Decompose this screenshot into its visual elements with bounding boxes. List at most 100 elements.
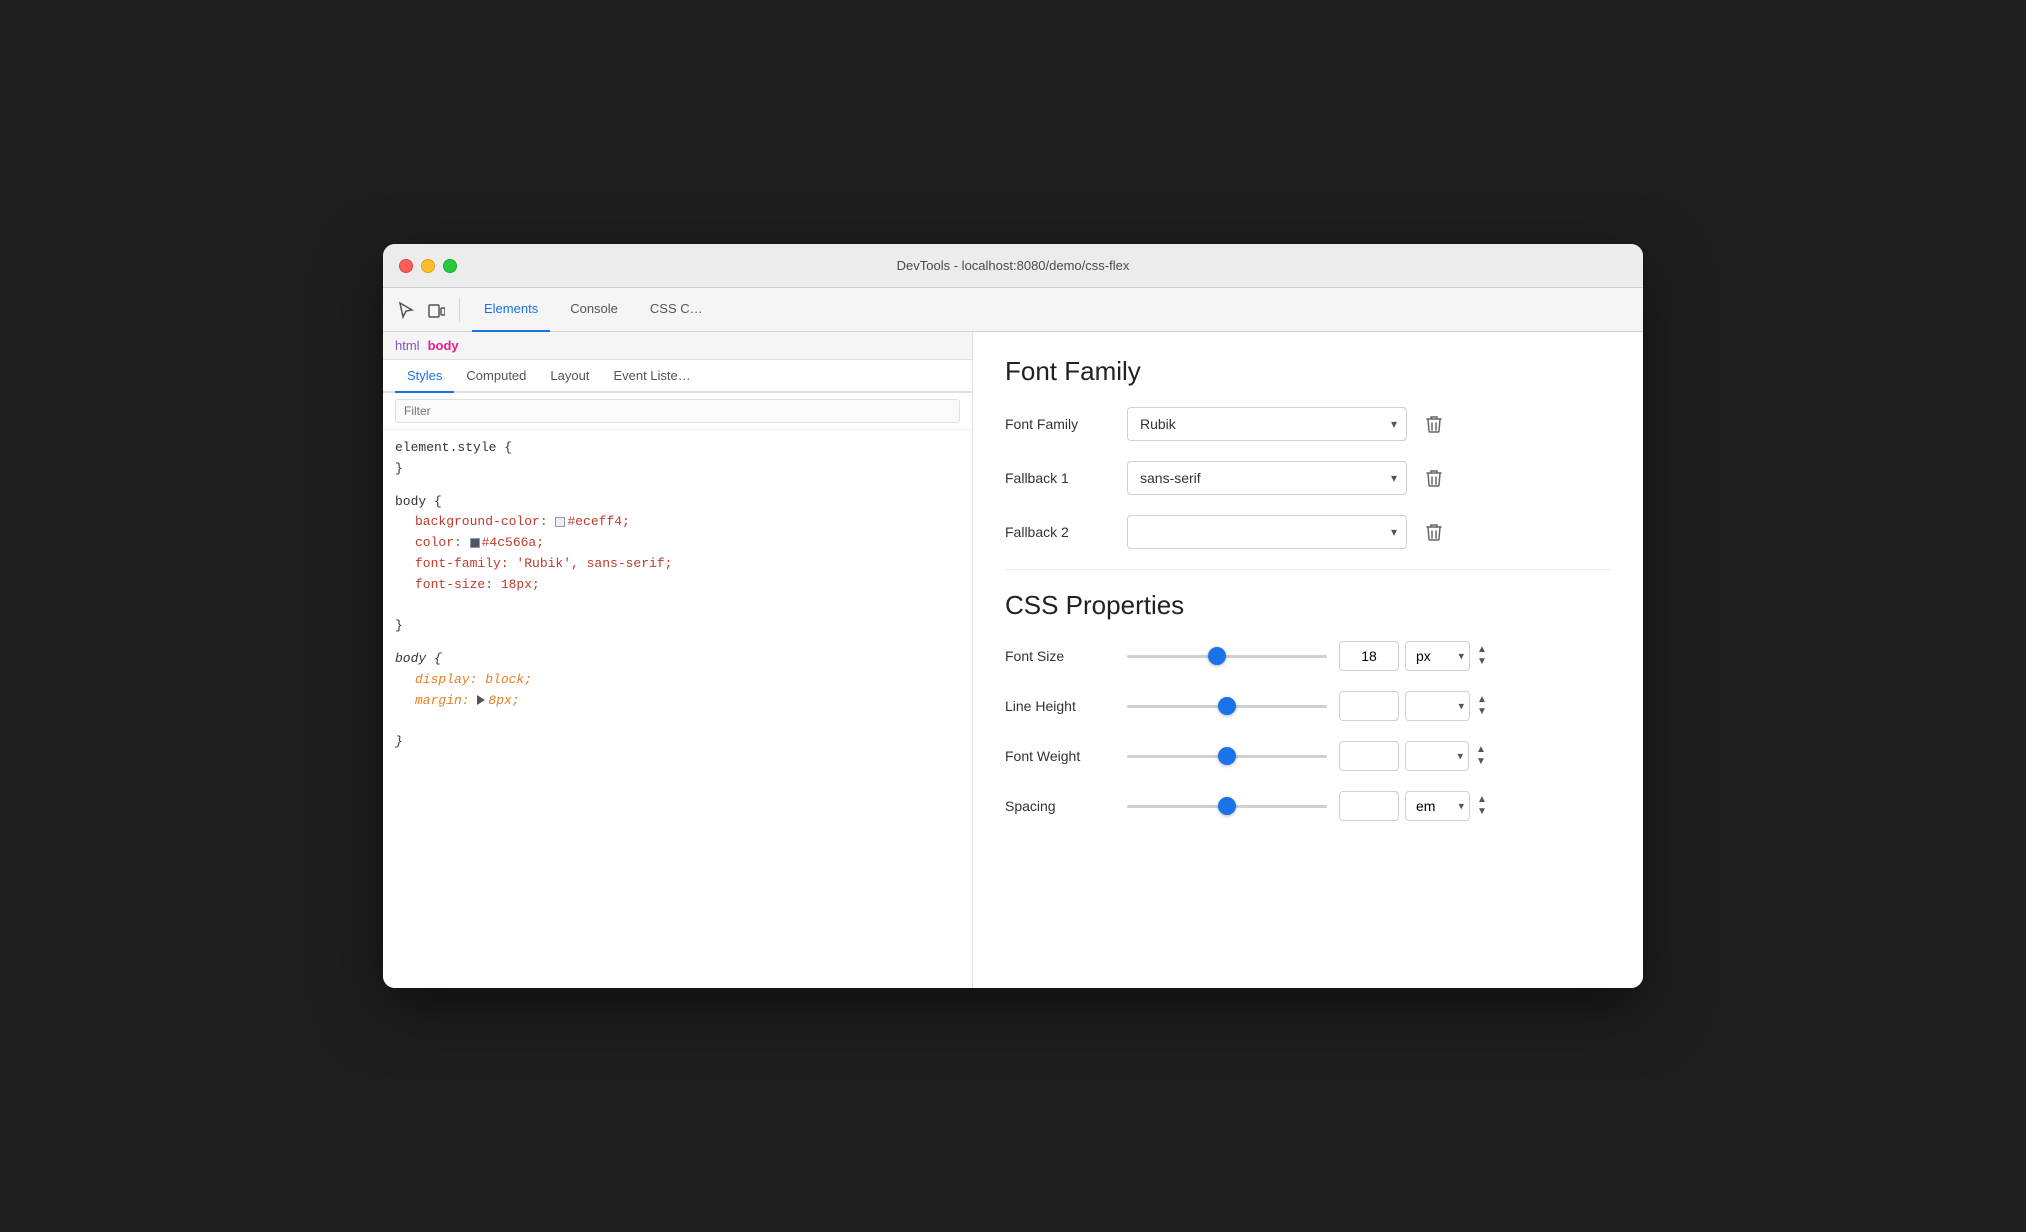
font-family-title: Font Family xyxy=(1005,356,1611,387)
traffic-lights xyxy=(399,259,457,273)
spacing-input[interactable] xyxy=(1339,791,1399,821)
color-swatch-eceff4 xyxy=(555,517,565,527)
cursor-icon[interactable] xyxy=(395,299,417,321)
css-prop-font-family[interactable]: font-family: 'Rubik', sans-serif; xyxy=(395,554,960,575)
css-prop-font-size[interactable]: font-size: 18px; xyxy=(395,575,960,596)
font-weight-decrement-button[interactable]: ▼ xyxy=(1475,756,1487,768)
css-prop-display[interactable]: display: block; xyxy=(395,670,960,691)
fallback-2-row: Fallback 2 sans-serif serif monospace ▾ xyxy=(1005,515,1611,549)
close-button[interactable] xyxy=(399,259,413,273)
breadcrumb-html[interactable]: html xyxy=(395,338,420,353)
font-weight-unit-wrapper: 100 400 700 ▾ xyxy=(1405,741,1469,771)
css-prop-color[interactable]: color: #4c566a; xyxy=(395,533,960,554)
font-family-select[interactable]: Rubik Arial Helvetica Georgia sans-serif xyxy=(1127,407,1407,441)
font-size-row: Font Size px em xyxy=(1005,641,1611,671)
fallback-1-select[interactable]: sans-serif serif monospace cursive xyxy=(1127,461,1407,495)
line-height-decrement-button[interactable]: ▼ xyxy=(1476,706,1488,718)
window-title: DevTools - localhost:8080/demo/css-flex xyxy=(897,258,1130,273)
right-panel: Font Family Font Family Rubik Arial Helv… xyxy=(973,332,1643,988)
filter-input[interactable] xyxy=(395,399,960,423)
triangle-expand-icon xyxy=(477,695,485,705)
line-height-input-group: px em rem ▾ ▲ ▼ xyxy=(1339,691,1488,721)
spacing-unit-select[interactable]: em px rem xyxy=(1405,791,1470,821)
fallback-2-label: Fallback 2 xyxy=(1005,524,1115,540)
line-height-label: Line Height xyxy=(1005,698,1115,714)
font-weight-row: Font Weight 100 xyxy=(1005,741,1611,771)
css-content: element.style { } body { background-colo… xyxy=(383,430,972,988)
font-size-input-group: px em rem % ▾ ▲ ▼ xyxy=(1339,641,1488,671)
fallback-1-delete-button[interactable] xyxy=(1419,463,1449,493)
tab-console[interactable]: Console xyxy=(558,288,630,332)
line-height-spinner[interactable]: ▲ ▼ xyxy=(1476,694,1488,718)
title-bar: DevTools - localhost:8080/demo/css-flex xyxy=(383,244,1643,288)
tab-event-listeners[interactable]: Event Liste… xyxy=(601,360,702,393)
fallback-1-select-wrapper: sans-serif serif monospace cursive ▾ xyxy=(1127,461,1407,495)
font-weight-spinner[interactable]: ▲ ▼ xyxy=(1475,744,1487,768)
font-size-decrement-button[interactable]: ▼ xyxy=(1476,656,1488,668)
fallback-2-select[interactable]: sans-serif serif monospace xyxy=(1127,515,1407,549)
line-height-row: Line Height px xyxy=(1005,691,1611,721)
css-prop-bg-color[interactable]: background-color: #eceff4; xyxy=(395,512,960,533)
tab-styles[interactable]: Styles xyxy=(395,360,454,393)
font-weight-input[interactable] xyxy=(1339,741,1399,771)
spacing-input-group: em px rem ▾ ▲ ▼ xyxy=(1339,791,1488,821)
css-prop-margin[interactable]: margin: 8px; xyxy=(395,691,960,712)
font-weight-slider-thumb[interactable] xyxy=(1218,747,1236,765)
fallback-1-label: Fallback 1 xyxy=(1005,470,1115,486)
css-properties-title: CSS Properties xyxy=(1005,590,1611,621)
font-size-unit-wrapper: px em rem % ▾ xyxy=(1405,641,1470,671)
styles-tabs: Styles Computed Layout Event Liste… xyxy=(383,360,972,393)
font-size-label: Font Size xyxy=(1005,648,1115,664)
devtools-window: DevTools - localhost:8080/demo/css-flex … xyxy=(383,244,1643,988)
line-height-increment-button[interactable]: ▲ xyxy=(1476,694,1488,706)
font-weight-slider[interactable] xyxy=(1127,746,1327,766)
css-properties-section: CSS Properties Font Size xyxy=(1005,590,1611,821)
line-height-unit-select[interactable]: px em rem xyxy=(1405,691,1470,721)
font-weight-label: Font Weight xyxy=(1005,748,1115,764)
left-panel: html body Styles Computed Layout xyxy=(383,332,973,988)
css-rule-body-2: body { display: block; margin: 8px; } xyxy=(395,649,960,753)
font-weight-increment-button[interactable]: ▲ xyxy=(1475,744,1487,756)
spacing-increment-button[interactable]: ▲ xyxy=(1476,794,1488,806)
filter-bar xyxy=(383,393,972,430)
font-size-spinner[interactable]: ▲ ▼ xyxy=(1476,644,1488,668)
font-weight-unit-select[interactable]: 100 400 700 xyxy=(1405,741,1469,771)
font-family-section: Font Family Font Family Rubik Arial Helv… xyxy=(1005,356,1611,549)
section-divider xyxy=(1005,569,1611,570)
line-height-unit-wrapper: px em rem ▾ xyxy=(1405,691,1470,721)
spacing-spinner[interactable]: ▲ ▼ xyxy=(1476,794,1488,818)
maximize-button[interactable] xyxy=(443,259,457,273)
line-height-slider-thumb[interactable] xyxy=(1218,697,1236,715)
font-size-input[interactable] xyxy=(1339,641,1399,671)
tab-computed[interactable]: Computed xyxy=(454,360,538,393)
devtools-main: html body Styles Computed Layout xyxy=(383,332,1643,988)
css-selector-body-2: body { xyxy=(395,651,442,666)
tab-css[interactable]: CSS C… xyxy=(638,288,715,332)
font-size-slider[interactable] xyxy=(1127,646,1327,666)
toolbar-divider xyxy=(459,298,460,322)
tab-elements[interactable]: Elements xyxy=(472,288,550,332)
line-height-slider[interactable] xyxy=(1127,696,1327,716)
spacing-decrement-button[interactable]: ▼ xyxy=(1476,806,1488,818)
spacing-slider[interactable] xyxy=(1127,796,1327,816)
font-size-unit-select[interactable]: px em rem % xyxy=(1405,641,1470,671)
spacing-slider-thumb[interactable] xyxy=(1218,797,1236,815)
breadcrumb-body[interactable]: body xyxy=(428,338,459,353)
font-weight-input-group: 100 400 700 ▾ ▲ ▼ xyxy=(1339,741,1487,771)
font-family-row: Font Family Rubik Arial Helvetica Georgi… xyxy=(1005,407,1611,441)
fallback-2-delete-button[interactable] xyxy=(1419,517,1449,547)
color-swatch-4c566a xyxy=(470,538,480,548)
css-selector-body-1: body { xyxy=(395,494,442,509)
spacing-label: Spacing xyxy=(1005,798,1115,814)
spacing-row: Spacing em px xyxy=(1005,791,1611,821)
font-size-increment-button[interactable]: ▲ xyxy=(1476,644,1488,656)
font-size-slider-thumb[interactable] xyxy=(1208,647,1226,665)
devtools-toolbar: Elements Console CSS C… xyxy=(383,288,1643,332)
device-icon[interactable] xyxy=(425,299,447,321)
css-rule-element-style: element.style { } xyxy=(395,438,960,480)
tab-layout[interactable]: Layout xyxy=(538,360,601,393)
minimize-button[interactable] xyxy=(421,259,435,273)
font-family-delete-button[interactable] xyxy=(1419,409,1449,439)
line-height-input[interactable] xyxy=(1339,691,1399,721)
fallback-2-select-wrapper: sans-serif serif monospace ▾ xyxy=(1127,515,1407,549)
